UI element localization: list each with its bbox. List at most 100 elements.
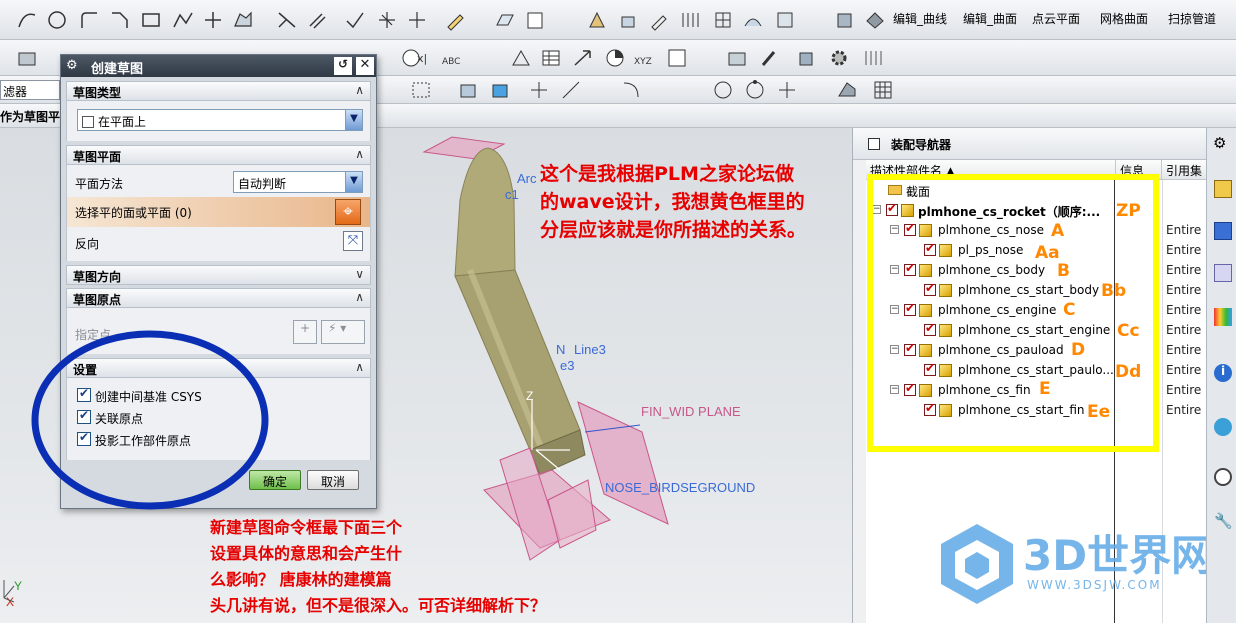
brush-icon[interactable] bbox=[758, 47, 780, 69]
reverse-direction-icon[interactable]: ⤧ bbox=[343, 231, 363, 251]
menu-mesh-surface[interactable]: 网格曲面 bbox=[1100, 10, 1148, 27]
cube-icon[interactable] bbox=[796, 47, 818, 69]
snap-line-icon[interactable] bbox=[560, 79, 582, 101]
part-nav-icon[interactable] bbox=[1214, 264, 1232, 282]
inferred-point-icon[interactable]: ⚡ ▾ bbox=[321, 320, 365, 344]
body-icon[interactable] bbox=[834, 9, 856, 31]
palette-icon[interactable] bbox=[1214, 308, 1232, 326]
shape-icon[interactable] bbox=[864, 9, 886, 31]
filter-box[interactable]: 滤器 bbox=[0, 80, 60, 100]
mesh-icon[interactable] bbox=[862, 47, 884, 69]
web-icon[interactable] bbox=[1214, 418, 1232, 436]
expand-icon[interactable]: ∨ bbox=[355, 267, 364, 281]
dimension-icon[interactable] bbox=[376, 9, 398, 31]
label-line3: Line3 bbox=[574, 342, 606, 357]
sketch-plane-icon[interactable] bbox=[494, 9, 516, 31]
chevron-down-icon[interactable]: ▼ bbox=[345, 110, 362, 130]
feature-icon[interactable] bbox=[586, 9, 608, 31]
col-ref[interactable]: 引用集 bbox=[1162, 160, 1207, 180]
select-box-icon[interactable] bbox=[410, 79, 432, 101]
triangle-icon[interactable] bbox=[510, 47, 532, 69]
point-icon[interactable] bbox=[202, 9, 224, 31]
pie-icon[interactable] bbox=[604, 47, 626, 69]
chevron-down-icon[interactable]: ▼ bbox=[345, 172, 362, 192]
curve-icon[interactable] bbox=[16, 9, 38, 31]
transform-icon[interactable] bbox=[618, 9, 640, 31]
collapse-icon[interactable]: ∧ bbox=[355, 290, 364, 304]
fillet-icon[interactable] bbox=[78, 9, 100, 31]
menu-edit-surface[interactable]: 编辑_曲面 bbox=[963, 10, 1017, 27]
pencil-icon[interactable] bbox=[444, 9, 466, 31]
snap-endpoint-icon[interactable] bbox=[528, 79, 550, 101]
label-c: C bbox=[1063, 300, 1076, 320]
assembly-nav-icon[interactable] bbox=[1214, 180, 1232, 198]
toolbar-row-1: 编辑_曲线 编辑_曲面 点云平面 网格曲面 扫掠管道 bbox=[0, 0, 1236, 40]
snap-center-icon[interactable] bbox=[712, 79, 734, 101]
sketch-type-select[interactable]: 在平面上 ▼ bbox=[77, 109, 363, 131]
profile-icon[interactable] bbox=[232, 9, 254, 31]
abc-text-icon[interactable]: ABC bbox=[442, 47, 464, 69]
surface-icon[interactable] bbox=[742, 9, 764, 31]
square-icon[interactable] bbox=[666, 47, 688, 69]
snap-quadrant-icon[interactable] bbox=[744, 79, 766, 101]
layer-icon[interactable] bbox=[726, 47, 748, 69]
gear-icon[interactable]: ⚙ bbox=[1213, 134, 1226, 152]
circle-icon[interactable] bbox=[46, 9, 68, 31]
axis-icon[interactable] bbox=[406, 9, 428, 31]
edit-icon[interactable] bbox=[648, 9, 670, 31]
info-icon[interactable]: i bbox=[1214, 364, 1232, 382]
open-icon[interactable] bbox=[16, 47, 38, 69]
reset-icon[interactable]: ↺ bbox=[334, 57, 352, 75]
polyline-icon[interactable] bbox=[172, 9, 194, 31]
snap-face-icon[interactable] bbox=[836, 79, 858, 101]
x-dimension-icon[interactable]: x| bbox=[414, 47, 436, 69]
rectangle-icon[interactable] bbox=[140, 9, 162, 31]
menu-point-cloud[interactable]: 点云平面 bbox=[1032, 10, 1080, 27]
grid-icon[interactable] bbox=[712, 9, 734, 31]
gear-icon[interactable] bbox=[828, 47, 850, 69]
view-box-icon[interactable] bbox=[490, 79, 512, 101]
sheet-icon[interactable] bbox=[774, 9, 796, 31]
section-sketch-type[interactable]: 草图类型 ∧ bbox=[66, 81, 371, 101]
view-3d-icon[interactable] bbox=[458, 79, 480, 101]
crosshair-icon[interactable]: ⌖ bbox=[335, 199, 361, 225]
chamfer-icon[interactable] bbox=[108, 9, 130, 31]
menu-sweep-pipe[interactable]: 扫掠管道 bbox=[1168, 10, 1216, 27]
snap-point-icon[interactable] bbox=[776, 79, 798, 101]
collapse-icon[interactable]: ∧ bbox=[355, 83, 364, 97]
watermark-title: 3D世界网 bbox=[1023, 531, 1214, 580]
settings-icon[interactable]: ⚙ bbox=[66, 58, 78, 73]
label-fin-wid-plane: FIN_WID PLANE bbox=[641, 404, 741, 419]
point-dialog-icon[interactable]: + bbox=[293, 320, 317, 344]
collapse-icon[interactable]: ∧ bbox=[355, 360, 364, 374]
label-dd: Dd bbox=[1115, 362, 1142, 382]
history-icon[interactable] bbox=[1214, 468, 1232, 486]
section-sketch-plane[interactable]: 草图平面 ∧ bbox=[66, 145, 371, 165]
trim-icon[interactable] bbox=[276, 9, 298, 31]
arrow-icon[interactable] bbox=[572, 47, 594, 69]
section-sketch-direction[interactable]: 草图方向 ∨ bbox=[66, 265, 371, 285]
label-b: B bbox=[1057, 261, 1070, 281]
cancel-button[interactable]: 取消 bbox=[307, 470, 359, 490]
section-sketch-origin[interactable]: 草图原点 ∧ bbox=[66, 288, 371, 308]
tools-icon[interactable]: 🔧 bbox=[1214, 512, 1233, 530]
offset-icon[interactable] bbox=[306, 9, 328, 31]
sketch-plane-label: 作为草图平 bbox=[0, 110, 61, 124]
select-plane-row[interactable]: 选择平的面或平面 (0) ⌖ bbox=[67, 197, 370, 227]
label-c1: c1 bbox=[505, 187, 519, 202]
navigator-checkbox[interactable] bbox=[868, 138, 880, 150]
xyz-icon[interactable]: XYZ bbox=[634, 47, 656, 69]
menu-edit-curve[interactable]: 编辑_曲线 bbox=[893, 10, 947, 27]
constraint-nav-icon[interactable] bbox=[1214, 222, 1232, 240]
ruler-icon[interactable] bbox=[680, 9, 702, 31]
collapse-icon[interactable]: ∧ bbox=[355, 147, 364, 161]
snap-arc-icon[interactable] bbox=[620, 79, 642, 101]
label-n: N bbox=[556, 342, 565, 357]
constraint-icon[interactable] bbox=[344, 9, 366, 31]
grid-snap-icon[interactable] bbox=[872, 79, 894, 101]
table-icon[interactable] bbox=[540, 47, 562, 69]
label-a: A bbox=[1051, 221, 1065, 241]
close-icon[interactable]: ✕ bbox=[356, 57, 374, 75]
plane-method-select[interactable]: 自动判断 ▼ bbox=[233, 171, 363, 193]
calendar-icon[interactable] bbox=[524, 9, 546, 31]
